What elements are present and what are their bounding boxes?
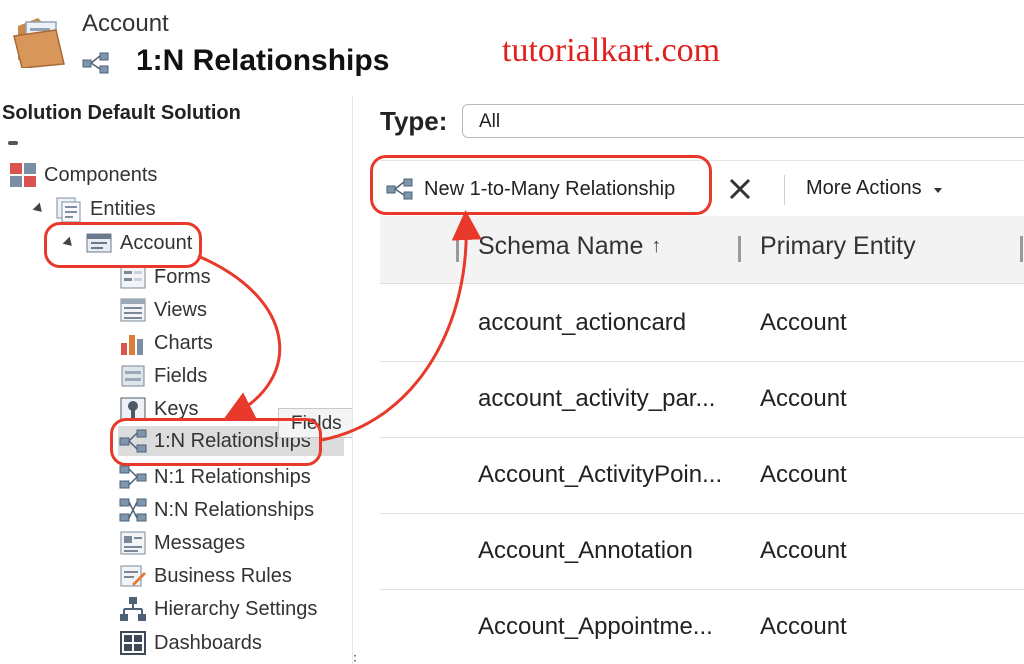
schema-name-cell: Account_Annotation (478, 537, 693, 564)
chevron-down-icon (933, 188, 942, 193)
watermark: tutorialkart.com (502, 32, 721, 69)
sidebar-item-label: Fields (154, 364, 208, 387)
column-resize-handle[interactable] (738, 236, 741, 262)
sidebar-item-label: Forms (154, 265, 211, 288)
sidebar-item-label: Charts (154, 331, 213, 354)
column-resize-handle[interactable] (1020, 236, 1023, 262)
primary-entity-cell: Account (760, 613, 847, 640)
entity-name: Account (82, 10, 169, 37)
type-filter-select[interactable]: All (462, 104, 1024, 138)
schema-name-cell: account_actioncard (478, 309, 687, 336)
entities-icon (56, 197, 81, 223)
primary-entity-cell: Account (760, 309, 847, 336)
sort-ascending-icon: ↑ (651, 235, 662, 257)
tree-item-components[interactable]: Components (8, 160, 157, 190)
solution-title: Solution Default Solution (2, 102, 241, 124)
tree-item-entities[interactable]: Entities (32, 194, 156, 224)
dashboard-icon (120, 631, 146, 655)
sidebar-item-business-rules[interactable]: Business Rules (118, 561, 292, 591)
page-title: 1:N Relationships (136, 44, 390, 77)
schema-name-cell: account_activity_par... (478, 385, 716, 412)
relationship-n1-icon (119, 465, 147, 489)
annotation-highlight-account (44, 222, 202, 268)
table-row[interactable]: account_activity_par... Account (380, 362, 1024, 438)
table-row[interactable]: Account_Annotation Account (380, 514, 1024, 590)
sidebar-item-dashboards[interactable]: Dashboards (118, 628, 262, 658)
table-row[interactable]: Account_ActivityPoin... Account (380, 438, 1024, 514)
sidebar-item-n1-relationships[interactable]: N:1 Relationships (118, 462, 311, 492)
tree-item-label: Entities (90, 197, 156, 220)
expand-triangle-icon[interactable] (32, 202, 46, 216)
sidebar-item-views[interactable]: Views (118, 295, 207, 325)
column-header-primary-entity[interactable]: Primary Entity (760, 232, 916, 261)
annotation-highlight-1n-relationships (110, 418, 322, 466)
sidebar-item-charts[interactable]: Charts (118, 328, 213, 358)
grid-header: Schema Name ↑ Primary Entity (380, 216, 1024, 284)
primary-entity-cell: Account (760, 461, 847, 488)
view-icon (120, 298, 146, 322)
relationship-icon (82, 52, 109, 74)
sidebar-item-fields[interactable]: Fields (118, 361, 207, 391)
relationship-nn-icon (119, 498, 147, 522)
sidebar-item-label: Hierarchy Settings (154, 597, 318, 620)
field-icon (121, 365, 145, 387)
schema-name-cell: Account_ActivityPoin... (478, 461, 723, 488)
column-header-label: Schema Name (478, 232, 644, 260)
table-row[interactable]: account_actioncard Account (380, 286, 1024, 362)
message-icon (120, 531, 146, 555)
column-resize-handle[interactable] (456, 236, 459, 262)
primary-entity-cell: Account (760, 385, 847, 412)
hierarchy-icon (120, 597, 146, 621)
type-filter-label: Type: (380, 106, 448, 136)
sidebar-item-label: Business Rules (154, 564, 292, 587)
solution-navigation: Solution Default Solution Components Ent… (0, 96, 352, 664)
toolbar-divider (784, 175, 785, 205)
entity-folder-icon (13, 18, 65, 68)
delete-icon[interactable] (726, 175, 754, 203)
components-icon (10, 163, 36, 187)
scroll-handle-icon[interactable]: ⋮ (348, 652, 362, 664)
collapse-icon[interactable] (8, 141, 18, 145)
sidebar-item-hierarchy-settings[interactable]: Hierarchy Settings (118, 594, 317, 624)
column-header-schema-name[interactable]: Schema Name ↑ (478, 232, 661, 261)
column-header-label: Primary Entity (760, 232, 916, 260)
table-row[interactable]: Account_Appointme... Account (380, 590, 1024, 664)
sidebar-item-nn-relationships[interactable]: N:N Relationships (118, 495, 314, 525)
sidebar-item-label: N:1 Relationships (154, 465, 311, 488)
sidebar-item-label: Dashboards (154, 631, 262, 654)
sidebar-item-label: Views (154, 298, 207, 321)
sidebar-item-label: N:N Relationships (154, 498, 315, 521)
sidebar-item-label: Messages (154, 531, 246, 554)
primary-entity-cell: Account (760, 537, 847, 564)
annotation-highlight-new-button (370, 155, 712, 215)
chart-icon (121, 335, 143, 355)
business-rule-icon (120, 565, 146, 587)
sidebar-item-messages[interactable]: Messages (118, 528, 245, 558)
more-actions-button[interactable]: More Actions (806, 177, 942, 200)
tree-item-label: Components (44, 163, 158, 186)
relationships-grid: Schema Name ↑ Primary Entity account_act… (380, 216, 1024, 664)
schema-name-cell: Account_Appointme... (478, 613, 713, 640)
more-actions-label: More Actions (806, 177, 922, 199)
